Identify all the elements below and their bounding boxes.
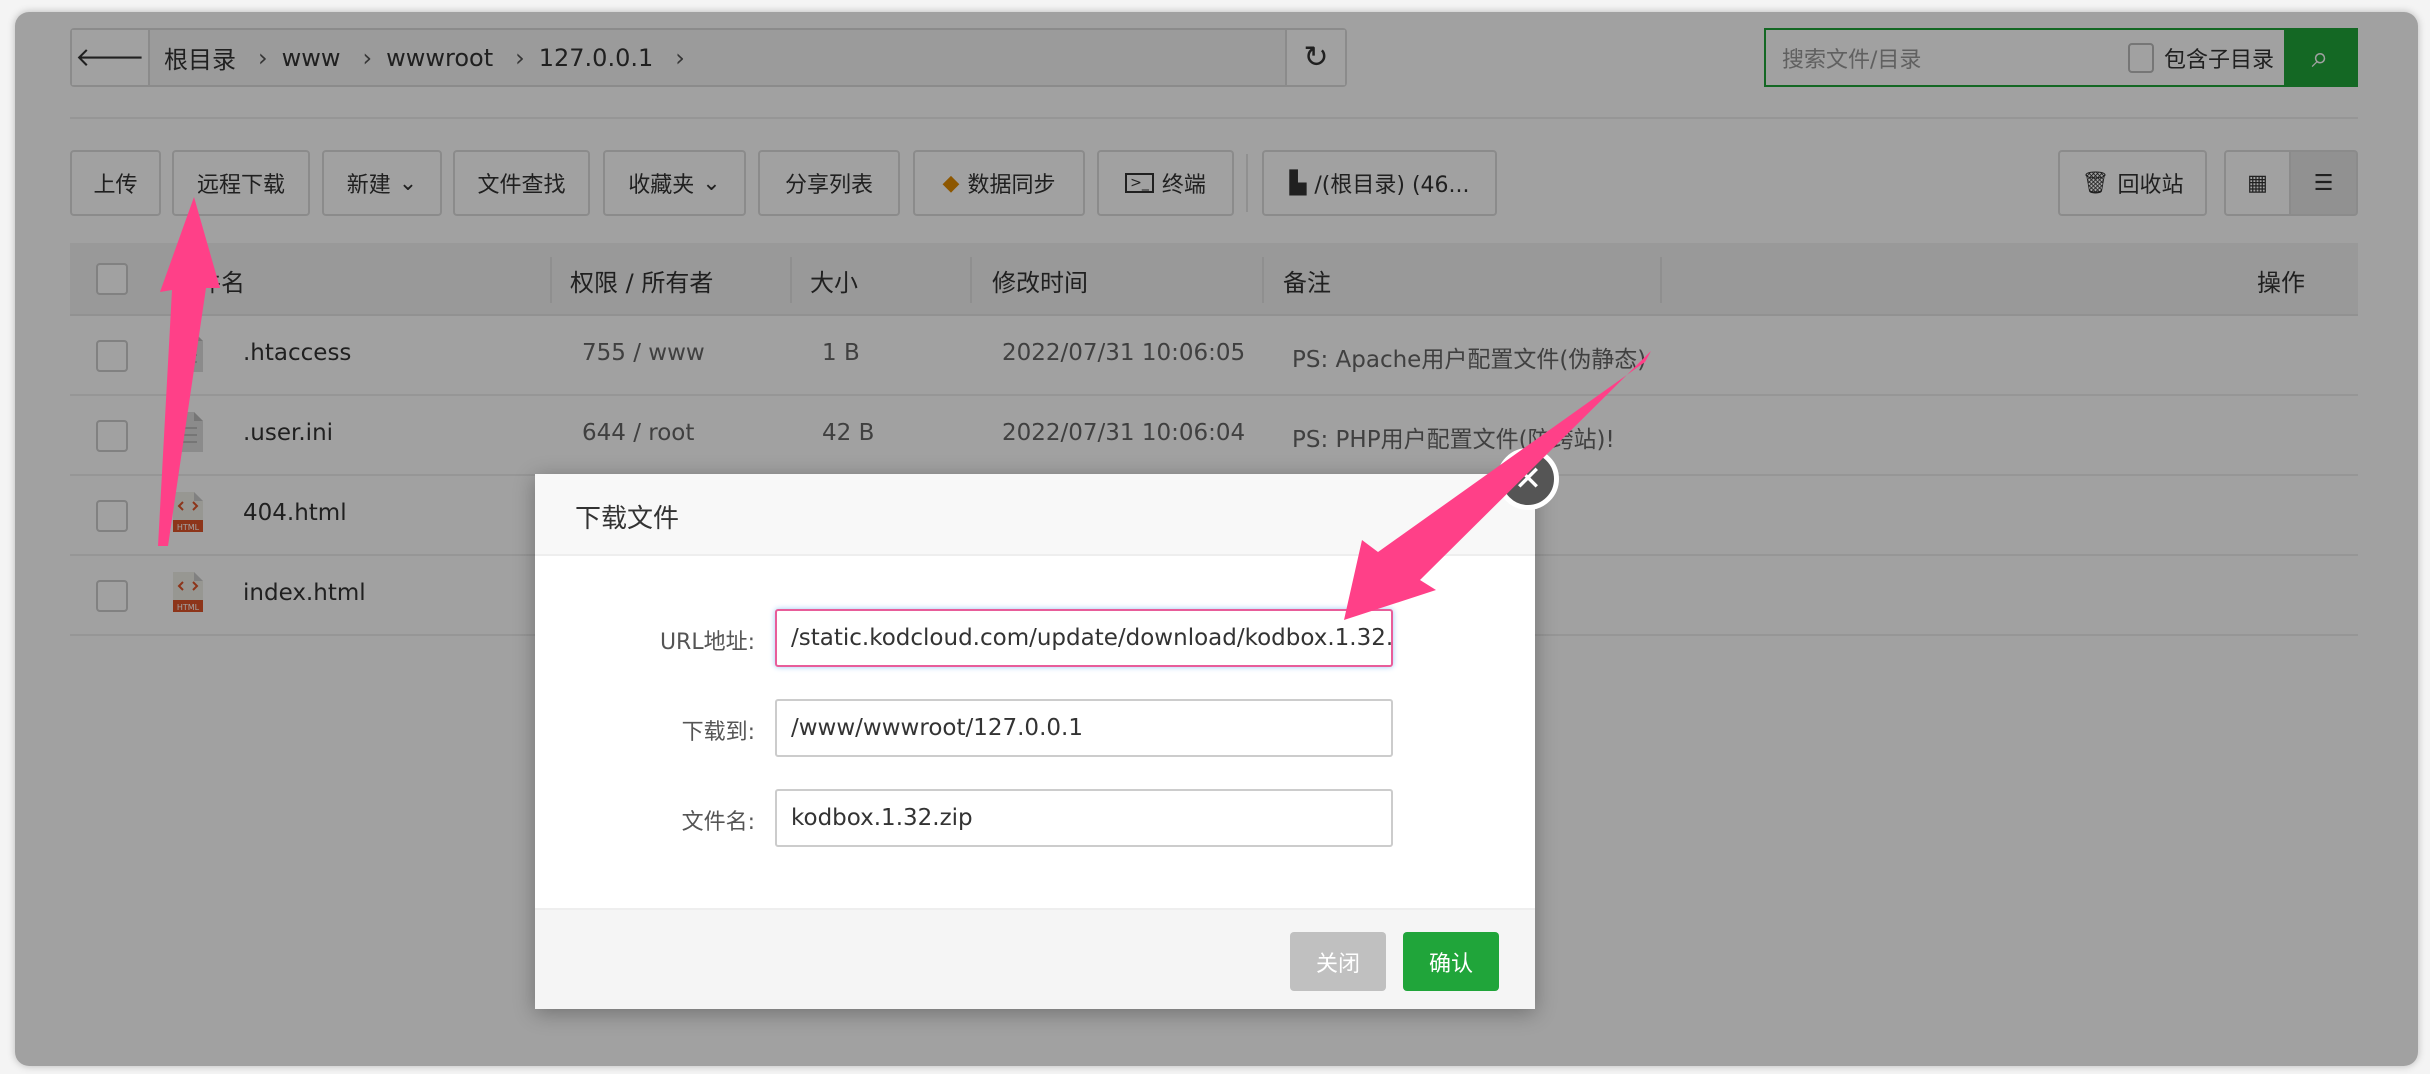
confirm-button[interactable]: 确认: [1403, 932, 1499, 991]
download-file-dialog: 下载文件 URL地址: /static.kodcloud.com/update/…: [535, 474, 1535, 1009]
dialog-title: 下载文件: [535, 474, 1535, 556]
download-to-label: 下载到:: [681, 720, 755, 745]
dialog-footer: 关闭 确认: [535, 908, 1535, 1009]
url-label: URL地址:: [659, 630, 755, 655]
download-to-input[interactable]: /www/wwwroot/127.0.0.1: [775, 699, 1393, 757]
file-name-label: 文件名:: [681, 810, 755, 835]
url-input[interactable]: /static.kodcloud.com/update/download/kod…: [775, 609, 1393, 667]
dialog-close-icon[interactable]: ✕: [1497, 448, 1559, 510]
close-button[interactable]: 关闭: [1290, 932, 1386, 991]
file-name-input[interactable]: kodbox.1.32.zip: [775, 789, 1393, 847]
